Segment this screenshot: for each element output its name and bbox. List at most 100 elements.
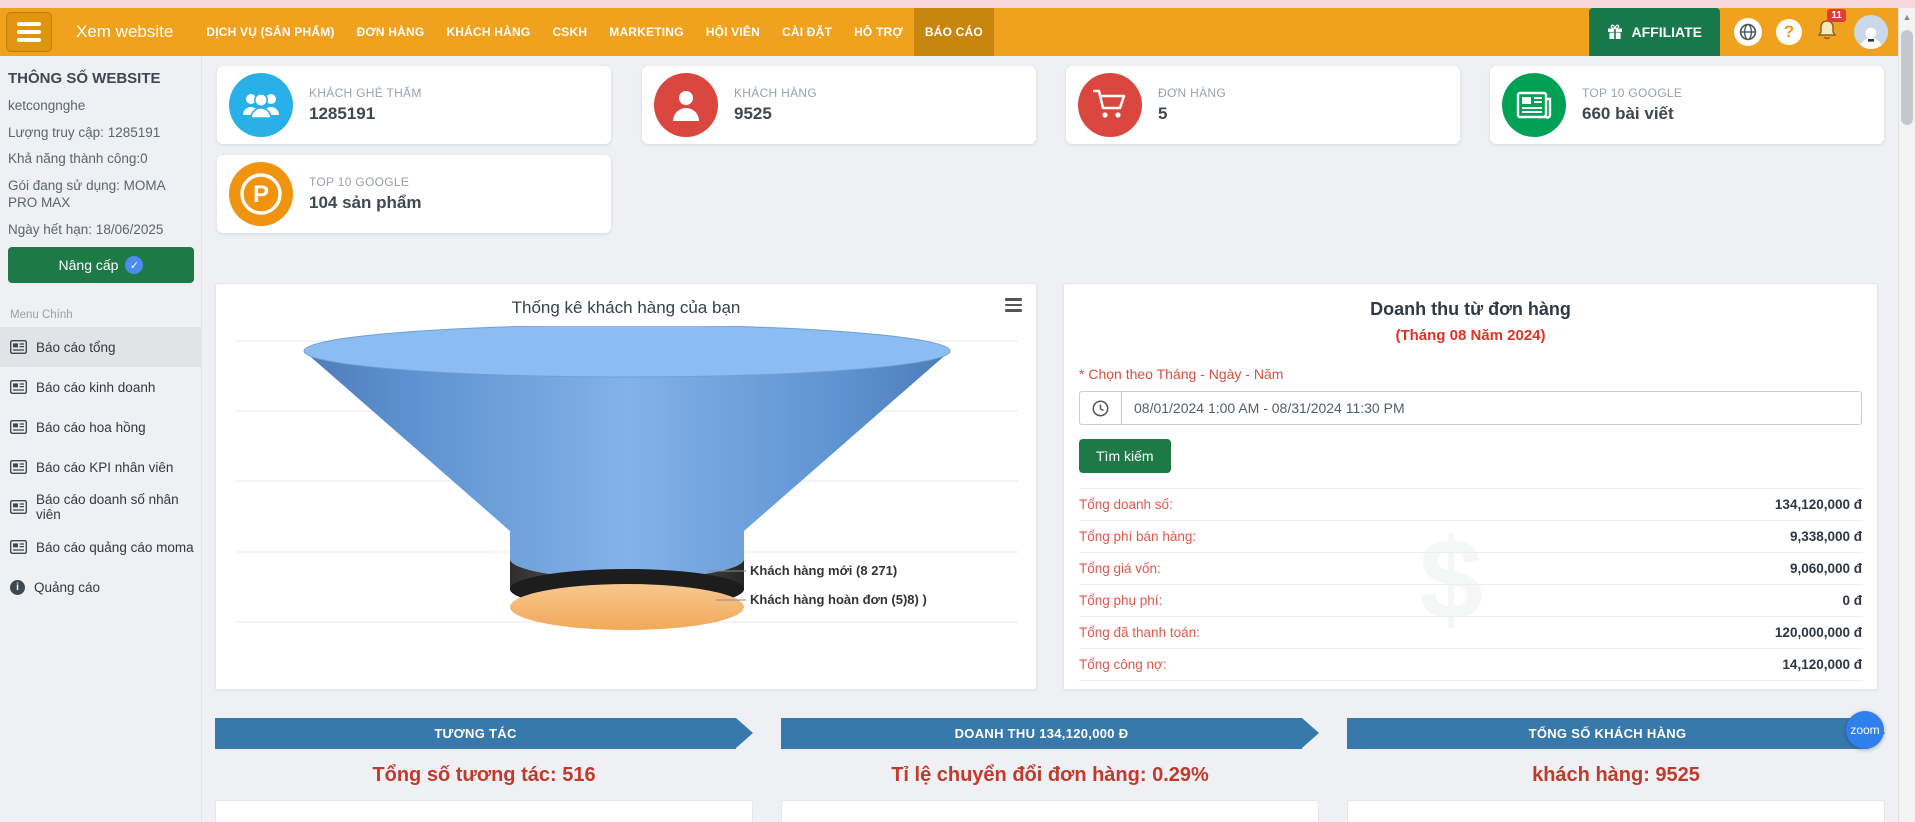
row-label: Tổng công nợ: — [1079, 657, 1167, 672]
row-value: 115,722,000 đ — [1776, 689, 1862, 691]
stat-card-google-articles: TOP 10 GOOGLE 660 bài viết — [1490, 66, 1884, 144]
row-label: Tổng phí bán hàng: — [1079, 529, 1196, 544]
stat-card-customers: KHÁCH HÀNG 9525 — [642, 66, 1036, 144]
report-icon — [10, 460, 27, 474]
card-label: TOP 10 GOOGLE — [1582, 86, 1682, 100]
card-label: KHÁCH HÀNG — [734, 86, 817, 100]
user-icon — [654, 73, 718, 137]
sidebar-item-bao-cao-hoa-hong[interactable]: Báo cáo hoa hồng — [0, 407, 201, 447]
notification-badge: 11 — [1827, 9, 1846, 22]
upgrade-button[interactable]: Nâng cấp ✓ — [8, 247, 194, 283]
check-icon: ✓ — [125, 256, 143, 274]
scrollbar-up-arrow[interactable]: ▲ — [1899, 8, 1915, 25]
sidebar-item-bao-cao-kinh-doanh[interactable]: Báo cáo kinh doanh — [0, 367, 201, 407]
funnel-chart-panel: Thống kê khách hàng của bạn — [215, 283, 1037, 690]
sidebar: THÔNG SỐ WEBSITE ketcongnghe Lượng truy … — [0, 56, 202, 822]
menu-label: Báo cáo kinh doanh — [36, 380, 155, 395]
row-value: 0 đ — [1842, 593, 1862, 608]
nav-item-khach-hang[interactable]: KHÁCH HÀNG — [435, 8, 541, 56]
sidebar-item-bao-cao-tong[interactable]: Báo cáo tổng — [0, 327, 201, 367]
row-label: Tổng lợi nhuận: — [1079, 689, 1173, 691]
hamburger-menu-icon[interactable] — [6, 12, 52, 52]
nav-item-cai-dat[interactable]: CÀI ĐẶT — [771, 8, 843, 56]
news-icon — [1502, 73, 1566, 137]
cart-icon — [1078, 73, 1142, 137]
scrollbar[interactable]: ▲ — [1898, 8, 1915, 822]
menu-label: Quảng cáo — [34, 580, 100, 595]
search-button[interactable]: Tìm kiếm — [1079, 439, 1171, 473]
sidebar-item-bao-cao-doanh-so[interactable]: Báo cáo doanh số nhân viên — [0, 487, 201, 527]
banner-doanh-thu: DOANH THU 134,120,000 Đ — [781, 718, 1302, 749]
nav-items: DỊCH VỤ (SẢN PHẨM) ĐƠN HÀNG KHÁCH HÀNG C… — [195, 8, 994, 56]
zoom-button[interactable]: zoom — [1846, 711, 1884, 749]
report-icon — [10, 420, 27, 434]
revenue-row: Tổng lợi nhuận: 115,722,000 đ — [1079, 680, 1862, 690]
users-icon — [229, 73, 293, 137]
sidebar-item-bao-cao-kpi[interactable]: Báo cáo KPI nhân viên — [0, 447, 201, 487]
menu-label: Báo cáo doanh số nhân viên — [36, 492, 201, 522]
revenue-title: Doanh thu từ đơn hàng — [1079, 284, 1862, 320]
revenue-row: Tổng phí bán hàng:9,338,000 đ — [1079, 520, 1862, 552]
card-label: KHÁCH GHÉ THĂM — [309, 86, 422, 100]
affiliate-label: AFFILIATE — [1631, 24, 1702, 40]
nav-item-hoi-vien[interactable]: HỘI VIÊN — [695, 8, 771, 56]
affiliate-button[interactable]: AFFILIATE — [1589, 8, 1720, 56]
date-range-input[interactable] — [1122, 392, 1861, 424]
sidebar-item-quang-cao[interactable]: i Quảng cáo — [0, 567, 201, 607]
report-icon — [10, 380, 27, 394]
sidebar-menu-title: Menu Chính — [10, 309, 201, 321]
chart-context-menu-icon[interactable] — [1005, 298, 1022, 315]
row-label: Tổng doanh số: — [1079, 497, 1173, 512]
upgrade-label: Nâng cấp — [59, 257, 119, 273]
date-range-input-group — [1079, 391, 1862, 425]
revenue-row: Tổng giá vốn: 9,060,000 đ — [1079, 552, 1862, 584]
avatar[interactable] — [1854, 15, 1888, 49]
card-value: 1285191 — [309, 104, 422, 124]
row-label: Tổng giá vốn: — [1079, 561, 1161, 576]
nav-item-dich-vu[interactable]: DỊCH VỤ (SẢN PHẨM) — [195, 8, 345, 56]
report-icon — [10, 500, 27, 514]
row-value: 14,120,000 đ — [1782, 657, 1862, 672]
revenue-row: Tổng đã thanh toán:120,000,000 đ — [1079, 616, 1862, 648]
bottom-panel-2 — [781, 800, 1319, 822]
globe-icon[interactable] — [1734, 18, 1762, 46]
gift-icon — [1607, 24, 1623, 40]
nav-item-bao-cao[interactable]: BÁO CÁO — [914, 8, 994, 56]
total-interactions: Tổng số tương tác: 516 — [215, 764, 753, 787]
row-value: 9,060,000 đ — [1790, 561, 1862, 576]
sidebar-item-bao-cao-quang-cao[interactable]: Báo cáo quảng cáo moma — [0, 527, 201, 567]
banner-tong-so-khach-hang: TỔNG SỐ KHÁCH HÀNG — [1347, 718, 1868, 749]
total-customers: khách hàng: 9525 — [1347, 764, 1885, 787]
revenue-panel: $ Doanh thu từ đơn hàng (Tháng 08 Năm 20… — [1063, 283, 1878, 690]
site-name: ketcongnghe — [8, 97, 193, 115]
funnel-chart-title: Thống kê khách hàng của bạn — [216, 284, 1036, 318]
banner-label: TỔNG SỐ KHÁCH HÀNG — [1529, 726, 1687, 741]
report-icon — [10, 540, 27, 554]
nav-item-cskh[interactable]: CSKH — [541, 8, 598, 56]
view-website-link[interactable]: Xem website — [76, 22, 173, 42]
nav-item-don-hang[interactable]: ĐƠN HÀNG — [346, 8, 436, 56]
row-value: 134,120,000 đ — [1775, 497, 1862, 512]
bottom-panel-1 — [215, 800, 753, 822]
card-value: 9525 — [734, 104, 817, 124]
scrollbar-thumb[interactable] — [1901, 30, 1913, 125]
bottom-panel-3 — [1347, 800, 1885, 822]
row-label: Tổng phụ phí: — [1079, 593, 1162, 608]
stat-card-google-products: P TOP 10 GOOGLE 104 sản phẩm — [217, 155, 611, 233]
report-icon — [10, 340, 27, 354]
stat-expiry: Ngày hết hạn: 18/06/2025 — [8, 221, 193, 239]
stat-card-orders: ĐƠN HÀNG 5 — [1066, 66, 1460, 144]
row-label: Tổng đã thanh toán: — [1079, 625, 1200, 640]
revenue-subtitle: (Tháng 08 Năm 2024) — [1079, 327, 1862, 344]
stat-success: Khả năng thành công:0 — [8, 150, 193, 168]
nav-item-marketing[interactable]: MARKETING — [598, 8, 694, 56]
funnel-label-new-customers: Khách hàng mới (8 271) — [750, 563, 897, 578]
revenue-row: Tổng doanh số: 134,120,000 đ — [1079, 488, 1862, 520]
conversion-rate: Tỉ lệ chuyển đổi đơn hàng: 0.29% — [781, 764, 1319, 787]
nav-item-ho-tro[interactable]: HỖ TRỢ — [843, 8, 914, 56]
notifications-bell-icon[interactable]: 11 — [1816, 18, 1838, 47]
help-icon[interactable]: ? — [1776, 19, 1802, 45]
banner-label: DOANH THU 134,120,000 Đ — [955, 726, 1129, 741]
stat-card-visitors: KHÁCH GHÉ THĂM 1285191 — [217, 66, 611, 144]
clock-icon — [1080, 392, 1122, 424]
